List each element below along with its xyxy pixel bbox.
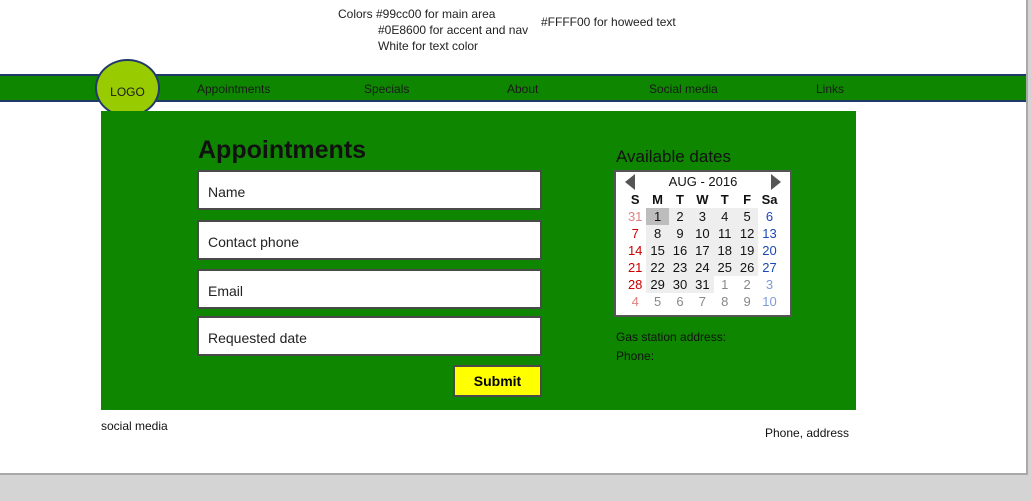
calendar-day[interactable]: 26 [735, 259, 759, 276]
calendar-day[interactable]: 21 [624, 259, 646, 276]
calendar-day[interactable]: 10 [691, 225, 714, 242]
calendar-day[interactable]: 14 [624, 242, 646, 259]
footer-social-media: social media [101, 419, 168, 433]
footer-contact: Phone, address [765, 426, 850, 440]
calendar-title: Available dates [616, 147, 731, 166]
calendar-day[interactable]: 22 [646, 259, 669, 276]
calendar-day[interactable]: 4 [713, 208, 736, 225]
calendar-day[interactable]: 20 [758, 242, 780, 259]
calendar-day[interactable]: 16 [668, 242, 692, 259]
calendar-day[interactable]: 9 [736, 293, 758, 310]
address-label: Gas station address: [616, 330, 727, 344]
calendar-day[interactable]: 9 [668, 225, 692, 242]
calendar-day[interactable]: 7 [624, 225, 646, 242]
requested-date-field[interactable]: Requested date [197, 316, 542, 356]
weekday-header: F [743, 192, 752, 207]
calendar-day[interactable]: 1 [714, 276, 736, 293]
nav-social-media[interactable]: Social media [649, 82, 718, 96]
weekday-header: W [696, 192, 709, 207]
calendar-day[interactable]: 10 [758, 293, 780, 310]
calendar-day[interactable]: 5 [735, 208, 759, 225]
phone-label: Phone: [616, 349, 655, 363]
calendar-day[interactable]: 30 [668, 276, 692, 293]
right-triangle-icon[interactable] [771, 174, 781, 190]
calendar-day[interactable]: 8 [646, 225, 669, 242]
submit-button[interactable]: Submit [453, 365, 542, 397]
nav-links[interactable]: Links [816, 82, 844, 96]
email-field[interactable]: Email [197, 269, 542, 309]
calendar-day[interactable]: 6 [758, 208, 780, 225]
calendar-day[interactable]: 28 [624, 276, 646, 293]
weekday-header: M [652, 192, 663, 207]
weekday-header: T [676, 192, 684, 207]
calendar-day[interactable]: 3 [758, 276, 780, 293]
contact-phone-field[interactable]: Contact phone [197, 220, 542, 260]
calendar-day[interactable]: 5 [646, 293, 668, 310]
calendar-month-label: AUG - 2016 [668, 174, 738, 189]
form-title: Appointments [198, 136, 367, 164]
calendar-day[interactable]: 11 [713, 225, 736, 242]
weekday-header: Sa [761, 192, 778, 207]
color-note-accent: #0E8600 for accent and nav [378, 23, 529, 37]
date-picker-calendar: AUG - 2016 S M T W T F Sa 31 1 2 3 4 5 6 7 8 9 10 11 12 13 14… [614, 170, 792, 317]
nav-about[interactable]: About [507, 82, 538, 96]
calendar-day[interactable]: 2 [668, 208, 692, 225]
calendar-day[interactable]: 29 [646, 276, 669, 293]
nav-specials[interactable]: Specials [364, 82, 409, 96]
calendar-day[interactable]: 31 [691, 276, 714, 293]
logo-label: LOGO [110, 85, 145, 99]
calendar-day[interactable]: 31 [624, 208, 646, 225]
calendar-day[interactable]: 27 [758, 259, 780, 276]
calendar-day[interactable]: 13 [758, 225, 780, 242]
weekday-header: S [630, 192, 640, 207]
calendar-day[interactable]: 24 [691, 259, 714, 276]
calendar-day[interactable]: 7 [691, 293, 713, 310]
color-note-main: Colors #99cc00 for main area [338, 7, 496, 21]
calendar-day[interactable]: 3 [691, 208, 714, 225]
calendar-day[interactable]: 25 [713, 259, 736, 276]
calendar-day[interactable]: 2 [736, 276, 758, 293]
calendar-day[interactable]: 1 [646, 208, 669, 225]
calendar-day[interactable]: 23 [668, 259, 692, 276]
weekday-header: T [720, 192, 729, 207]
calendar-day[interactable]: 6 [669, 293, 691, 310]
calendar-day[interactable]: 18 [713, 242, 736, 259]
logo[interactable]: LOGO [95, 59, 160, 117]
calendar-day[interactable]: 15 [646, 242, 669, 259]
calendar-day[interactable]: 4 [624, 293, 646, 310]
left-triangle-icon[interactable] [625, 174, 635, 190]
calendar-grid: S M T W T F Sa 31 1 2 3 4 5 6 7 8 9 10 11 12 13 14 15 16 17 18 19 2… [624, 191, 790, 310]
color-note-submit: #FFFF00 for howeed text [541, 15, 676, 29]
appointments-panel: Appointments Name Contact phone Email Re… [101, 111, 856, 410]
name-field[interactable]: Name [197, 170, 542, 210]
nav-appointments[interactable]: Appointments [197, 82, 270, 96]
calendar-day[interactable]: 17 [691, 242, 714, 259]
color-note-text: White for text color [378, 39, 479, 53]
page-canvas: Colors #99cc00 for main area #0E8600 for… [0, 0, 1028, 475]
calendar-day[interactable]: 8 [714, 293, 736, 310]
calendar-day[interactable]: 19 [735, 242, 759, 259]
calendar-day[interactable]: 12 [735, 225, 759, 242]
